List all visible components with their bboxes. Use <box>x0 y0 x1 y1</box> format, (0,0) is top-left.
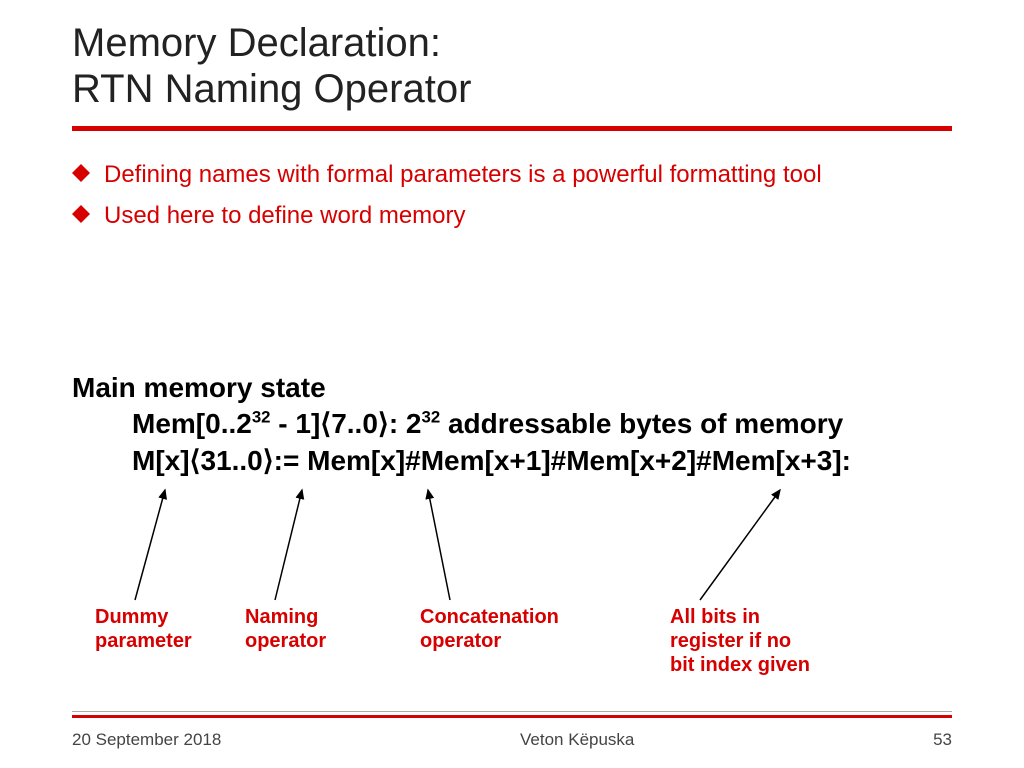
footer-divider <box>72 711 952 718</box>
callout-labels: Dummyparameter Namingoperator Concatenat… <box>0 0 1024 768</box>
callout-dummy-parameter: Dummyparameter <box>95 605 192 653</box>
callout-all-bits: All bits inregister if nobit index given <box>670 605 810 677</box>
footer-date: 20 September 2018 <box>72 730 221 750</box>
footer-author: Veton Këpuska <box>520 730 634 750</box>
callout-naming-operator: Namingoperator <box>245 605 326 653</box>
footer-page: 53 <box>933 730 952 750</box>
callout-concatenation-operator: Concatenationoperator <box>420 605 559 653</box>
slide: Memory Declaration:RTN Naming Operator D… <box>0 0 1024 768</box>
footer: 20 September 2018 Veton Këpuska 53 <box>72 730 952 750</box>
